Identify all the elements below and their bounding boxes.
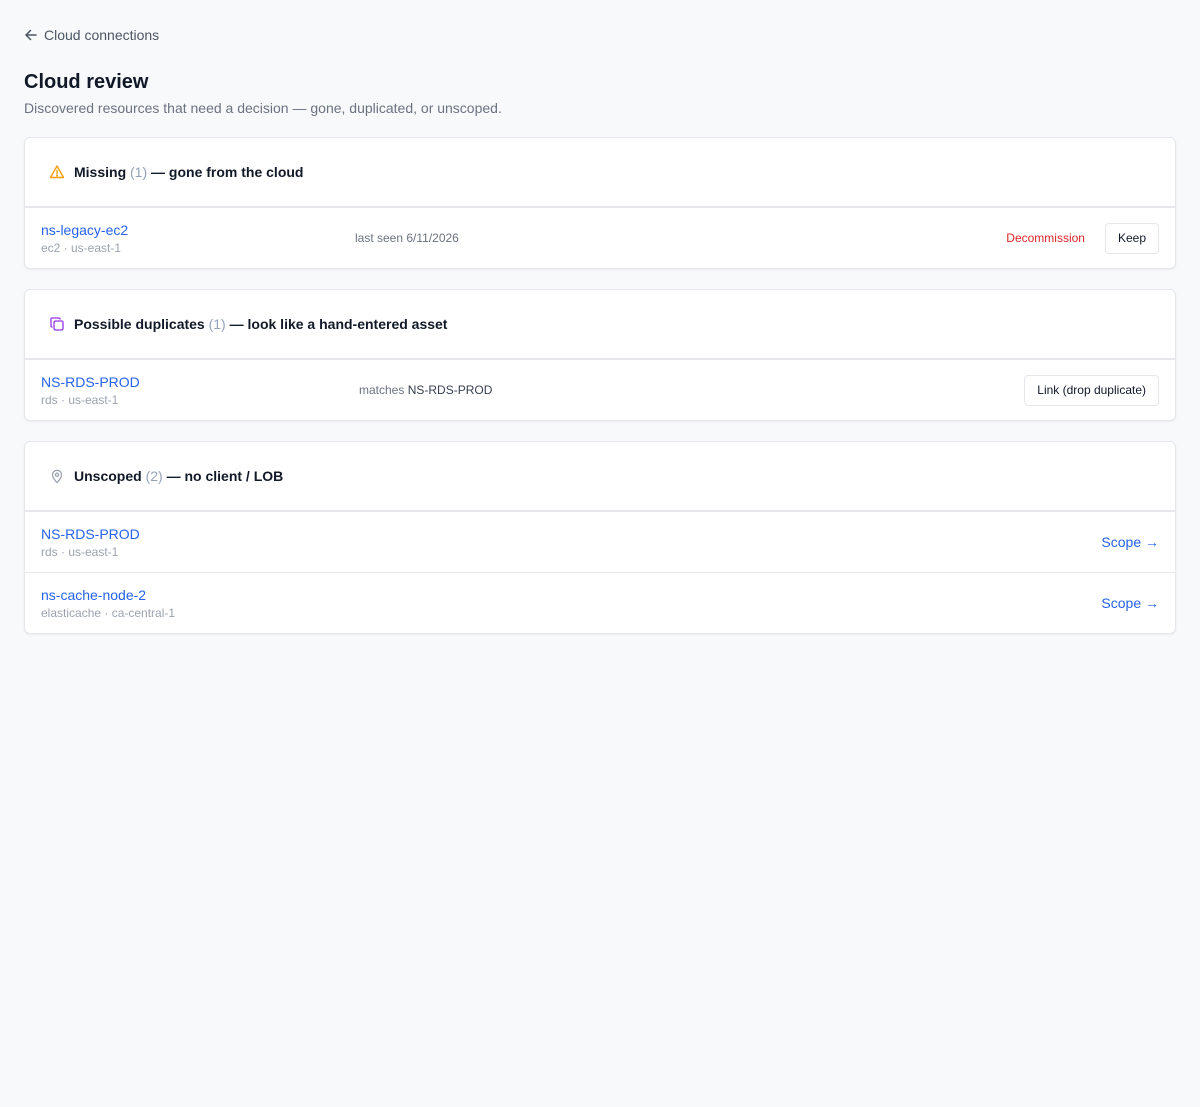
map-pin-icon — [49, 468, 65, 484]
duplicates-section: Possible duplicates (1) — look like a ha… — [24, 289, 1176, 421]
matches-text: matches NS-RDS-PROD — [359, 383, 492, 397]
section-title: Unscoped — [74, 468, 142, 484]
resource-name-link[interactable]: NS-RDS-PROD — [41, 373, 341, 391]
link-drop-duplicate-button[interactable]: Link (drop duplicate) — [1024, 374, 1159, 406]
scope-link[interactable]: Scope → — [1101, 534, 1159, 550]
back-link-label: Cloud connections — [44, 27, 160, 43]
section-title: Possible duplicates — [74, 316, 205, 332]
matches-value: NS-RDS-PROD — [407, 383, 493, 397]
list-item: NS-RDS-PROD rds · us-east-1 Scope → — [25, 511, 1175, 572]
page: Cloud connections Cloud review Discovere… — [0, 0, 1200, 634]
resource-meta: elasticache · ca-central-1 — [41, 605, 176, 620]
list-item: NS-RDS-PROD rds · us-east-1 matches NS-R… — [25, 359, 1175, 420]
section-count: (1) — [130, 164, 148, 180]
resource-meta: ec2 · us-east-1 — [41, 240, 122, 255]
resource-name-link[interactable]: NS-RDS-PROD — [41, 525, 341, 543]
back-link[interactable]: Cloud connections — [24, 25, 159, 45]
arrow-left-icon — [24, 28, 38, 42]
page-title: Cloud review — [24, 71, 149, 93]
unscoped-section-header: Unscoped (2) — no client / LOB — [25, 442, 1175, 511]
section-title: Missing — [74, 164, 127, 180]
unscoped-section: Unscoped (2) — no client / LOB NS-RDS-PR… — [24, 441, 1176, 634]
resource-name-link[interactable]: ns-cache-node-2 — [41, 586, 341, 604]
matches-prefix: matches — [359, 383, 405, 397]
duplicates-section-header: Possible duplicates (1) — look like a ha… — [25, 290, 1175, 359]
missing-section-header: Missing (1) — gone from the cloud — [25, 138, 1175, 207]
page-subtitle: Discovered resources that need a decisio… — [24, 100, 502, 116]
list-item: ns-legacy-ec2 ec2 · us-east-1 last seen … — [25, 207, 1175, 268]
warning-triangle-icon — [49, 164, 65, 180]
section-suffix: — no client / LOB — [166, 468, 284, 484]
resource-meta: rds · us-east-1 — [41, 544, 119, 559]
section-suffix: — look like a hand-entered asset — [229, 316, 448, 332]
keep-button[interactable]: Keep — [1104, 222, 1159, 254]
section-suffix: — gone from the cloud — [151, 164, 304, 180]
missing-section: Missing (1) — gone from the cloud ns-leg… — [24, 137, 1176, 269]
section-count: (1) — [208, 316, 226, 332]
decommission-button[interactable]: Decommission — [1006, 231, 1085, 245]
resource-meta: rds · us-east-1 — [41, 392, 119, 407]
list-item: ns-cache-node-2 elasticache · ca-central… — [25, 572, 1175, 633]
last-seen-text: last seen 6/11/2026 — [355, 231, 459, 245]
copy-icon — [49, 316, 65, 332]
section-count: (2) — [145, 468, 163, 484]
resource-name-link[interactable]: ns-legacy-ec2 — [41, 221, 341, 239]
scope-link[interactable]: Scope → — [1101, 595, 1159, 611]
